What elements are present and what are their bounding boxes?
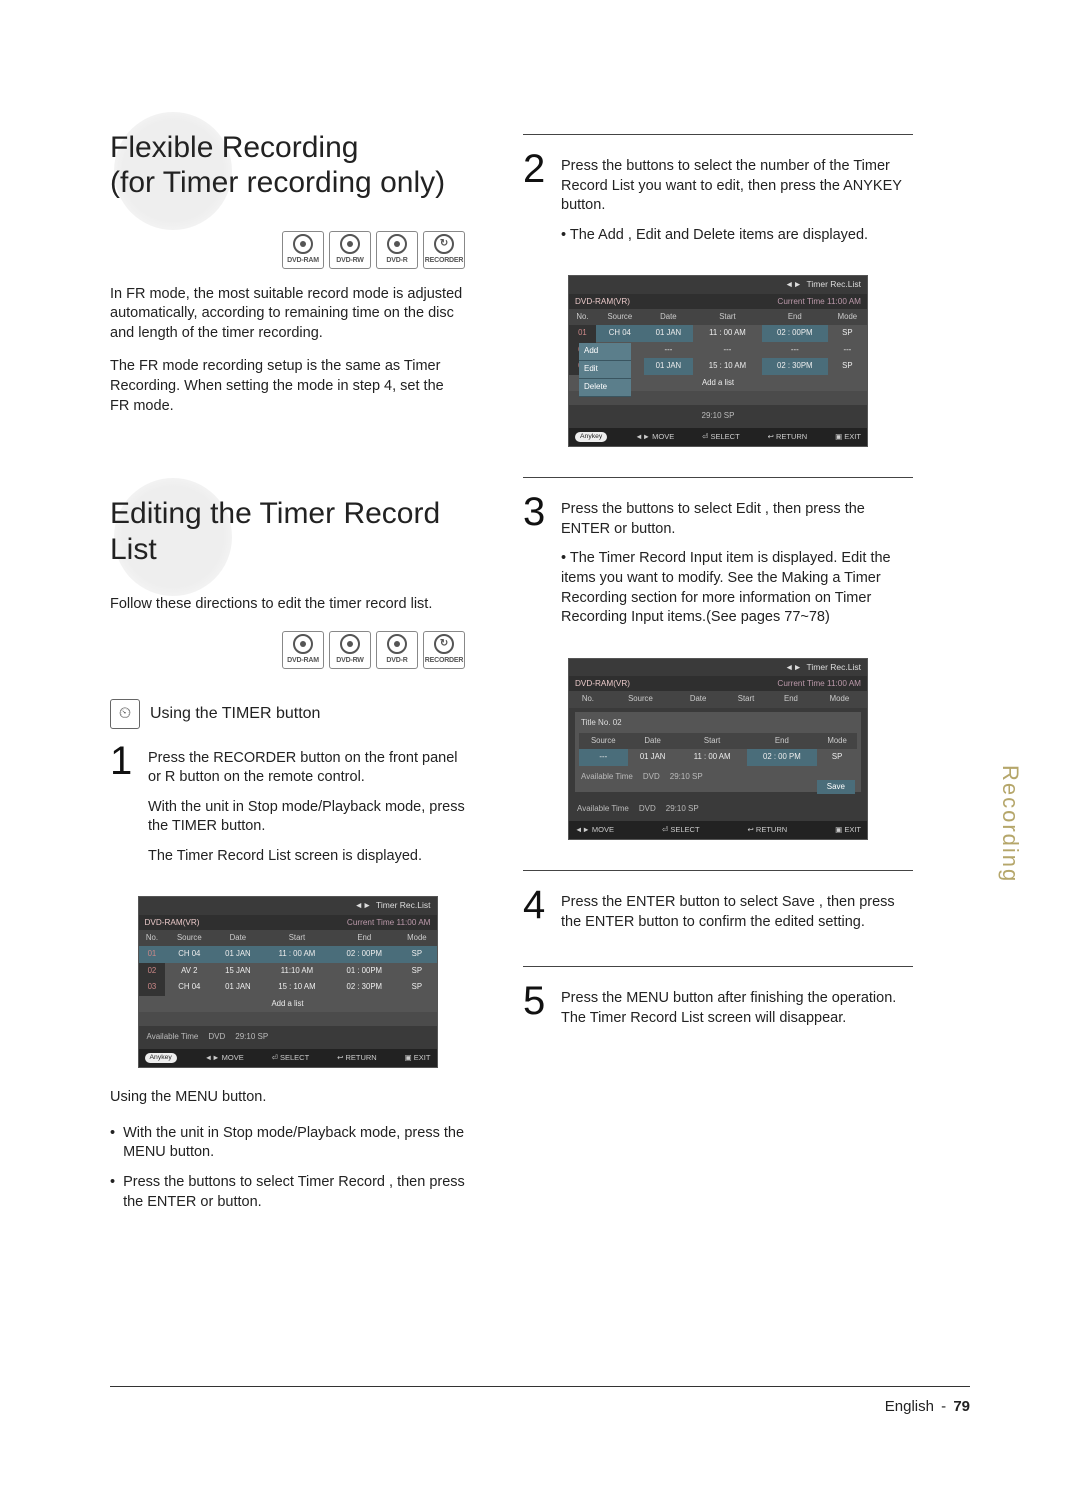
- section-header-flexible-recording: Flexible Recording (for Timer recording …: [110, 120, 465, 211]
- rule: [523, 134, 913, 135]
- menu-heading: Using the MENU button.: [110, 1088, 465, 1108]
- step-2: 2 Press the buttons to select the number…: [523, 153, 913, 255]
- section-header-editing-timer-record-list: Editing the Timer Record List: [110, 486, 465, 577]
- dvd-ram-icon: DVD-RAM: [282, 631, 324, 669]
- subtitle-row: ⏲ Using the TIMER button: [110, 699, 465, 729]
- section-title: Editing the Timer Record List: [110, 496, 465, 567]
- step-number: 5: [523, 985, 551, 1038]
- step-4: 4 Press the ENTER button to select Save …: [523, 889, 913, 942]
- step-text: Press the RECORDER button on the front p…: [148, 749, 465, 788]
- section-title: Flexible Recording (for Timer recording …: [110, 130, 465, 201]
- bullet-item: •Press the buttons to select Timer Recor…: [110, 1173, 465, 1212]
- footer-page-number: 79: [953, 1398, 970, 1415]
- left-column: Flexible Recording (for Timer recording …: [110, 120, 465, 1216]
- timer-icon: ⏲: [110, 699, 140, 729]
- rule: [523, 966, 913, 967]
- popup-add: Add: [579, 343, 631, 361]
- dvd-r-icon: DVD-R: [376, 631, 418, 669]
- step-bullet: • The Add , Edit and Delete items are di…: [561, 226, 913, 246]
- footer-rule: [110, 1386, 970, 1387]
- bullet-item: •With the unit in Stop mode/Playback mod…: [110, 1124, 465, 1163]
- recorder-icon: ↻RECORDER: [423, 631, 465, 669]
- osd-table: No.SourceDateStartEndMode: [569, 691, 867, 708]
- right-column: 2 Press the buttons to select the number…: [523, 120, 913, 1216]
- dvd-rw-icon: DVD-RW: [329, 231, 371, 269]
- paragraph: The FR mode recording setup is the same …: [110, 357, 465, 416]
- footer-language: English: [885, 1398, 934, 1415]
- osd-screenshot-1: ◄► Timer Rec.List DVD-RAM(VR)Current Tim…: [110, 896, 465, 1068]
- media-icons-row-2: DVD-RAM DVD-RW DVD-R ↻RECORDER: [110, 631, 465, 669]
- dvd-r-icon: DVD-R: [376, 231, 418, 269]
- step-3: 3 Press the buttons to select Edit , the…: [523, 496, 913, 637]
- rule: [523, 870, 913, 871]
- subtitle-using-timer-button: Using the TIMER button: [150, 703, 320, 725]
- step-number: 3: [523, 496, 551, 637]
- step-text: Press the ENTER button to select Save , …: [561, 893, 913, 932]
- step-number: 4: [523, 889, 551, 942]
- popup-delete: Delete: [579, 379, 631, 397]
- osd-screenshot-3: ◄► Timer Rec.List DVD-RAM(VR)Current Tim…: [523, 658, 913, 841]
- step-1: 1 Press the RECORDER button on the front…: [110, 745, 465, 877]
- step-text: Press the buttons to select the number o…: [561, 157, 913, 216]
- step-5: 5 Press the MENU button after finishing …: [523, 985, 913, 1038]
- step-text: Press the buttons to select Edit , then …: [561, 500, 913, 539]
- save-button-osd: Save: [817, 780, 855, 795]
- osd-screenshot-2: ◄► Timer Rec.List DVD-RAM(VR)Current Tim…: [523, 275, 913, 447]
- step-bullet: • The Timer Record Input item is display…: [561, 549, 913, 627]
- popup-edit: Edit: [579, 361, 631, 379]
- paragraph: In FR mode, the most suitable record mod…: [110, 285, 465, 344]
- media-icons-row-1: DVD-RAM DVD-RW DVD-R ↻RECORDER: [282, 231, 465, 269]
- step-text: The Timer Record List screen is displaye…: [148, 847, 465, 867]
- dvd-ram-icon: DVD-RAM: [282, 231, 324, 269]
- osd-table: No.SourceDateStartEndMode 01CH 0401 JAN1…: [139, 930, 437, 1027]
- step-text: Press the MENU button after finishing th…: [561, 989, 913, 1028]
- osd-input-panel: Title No. 02 SourceDateStartEndMode ---0…: [575, 712, 861, 793]
- dvd-rw-icon: DVD-RW: [329, 631, 371, 669]
- step-number: 1: [110, 745, 138, 877]
- side-tab-recording: Recording: [995, 765, 1025, 883]
- page-content: Flexible Recording (for Timer recording …: [0, 0, 1080, 1276]
- step-text: With the unit in Stop mode/Playback mode…: [148, 798, 465, 837]
- page-footer: English - 79: [885, 1397, 970, 1417]
- rule: [523, 477, 913, 478]
- step-number: 2: [523, 153, 551, 255]
- recorder-icon: ↻RECORDER: [423, 231, 465, 269]
- footer-dash: -: [941, 1398, 946, 1415]
- lead-text: Follow these directions to edit the time…: [110, 595, 465, 615]
- context-menu: Add Edit Delete: [579, 343, 631, 396]
